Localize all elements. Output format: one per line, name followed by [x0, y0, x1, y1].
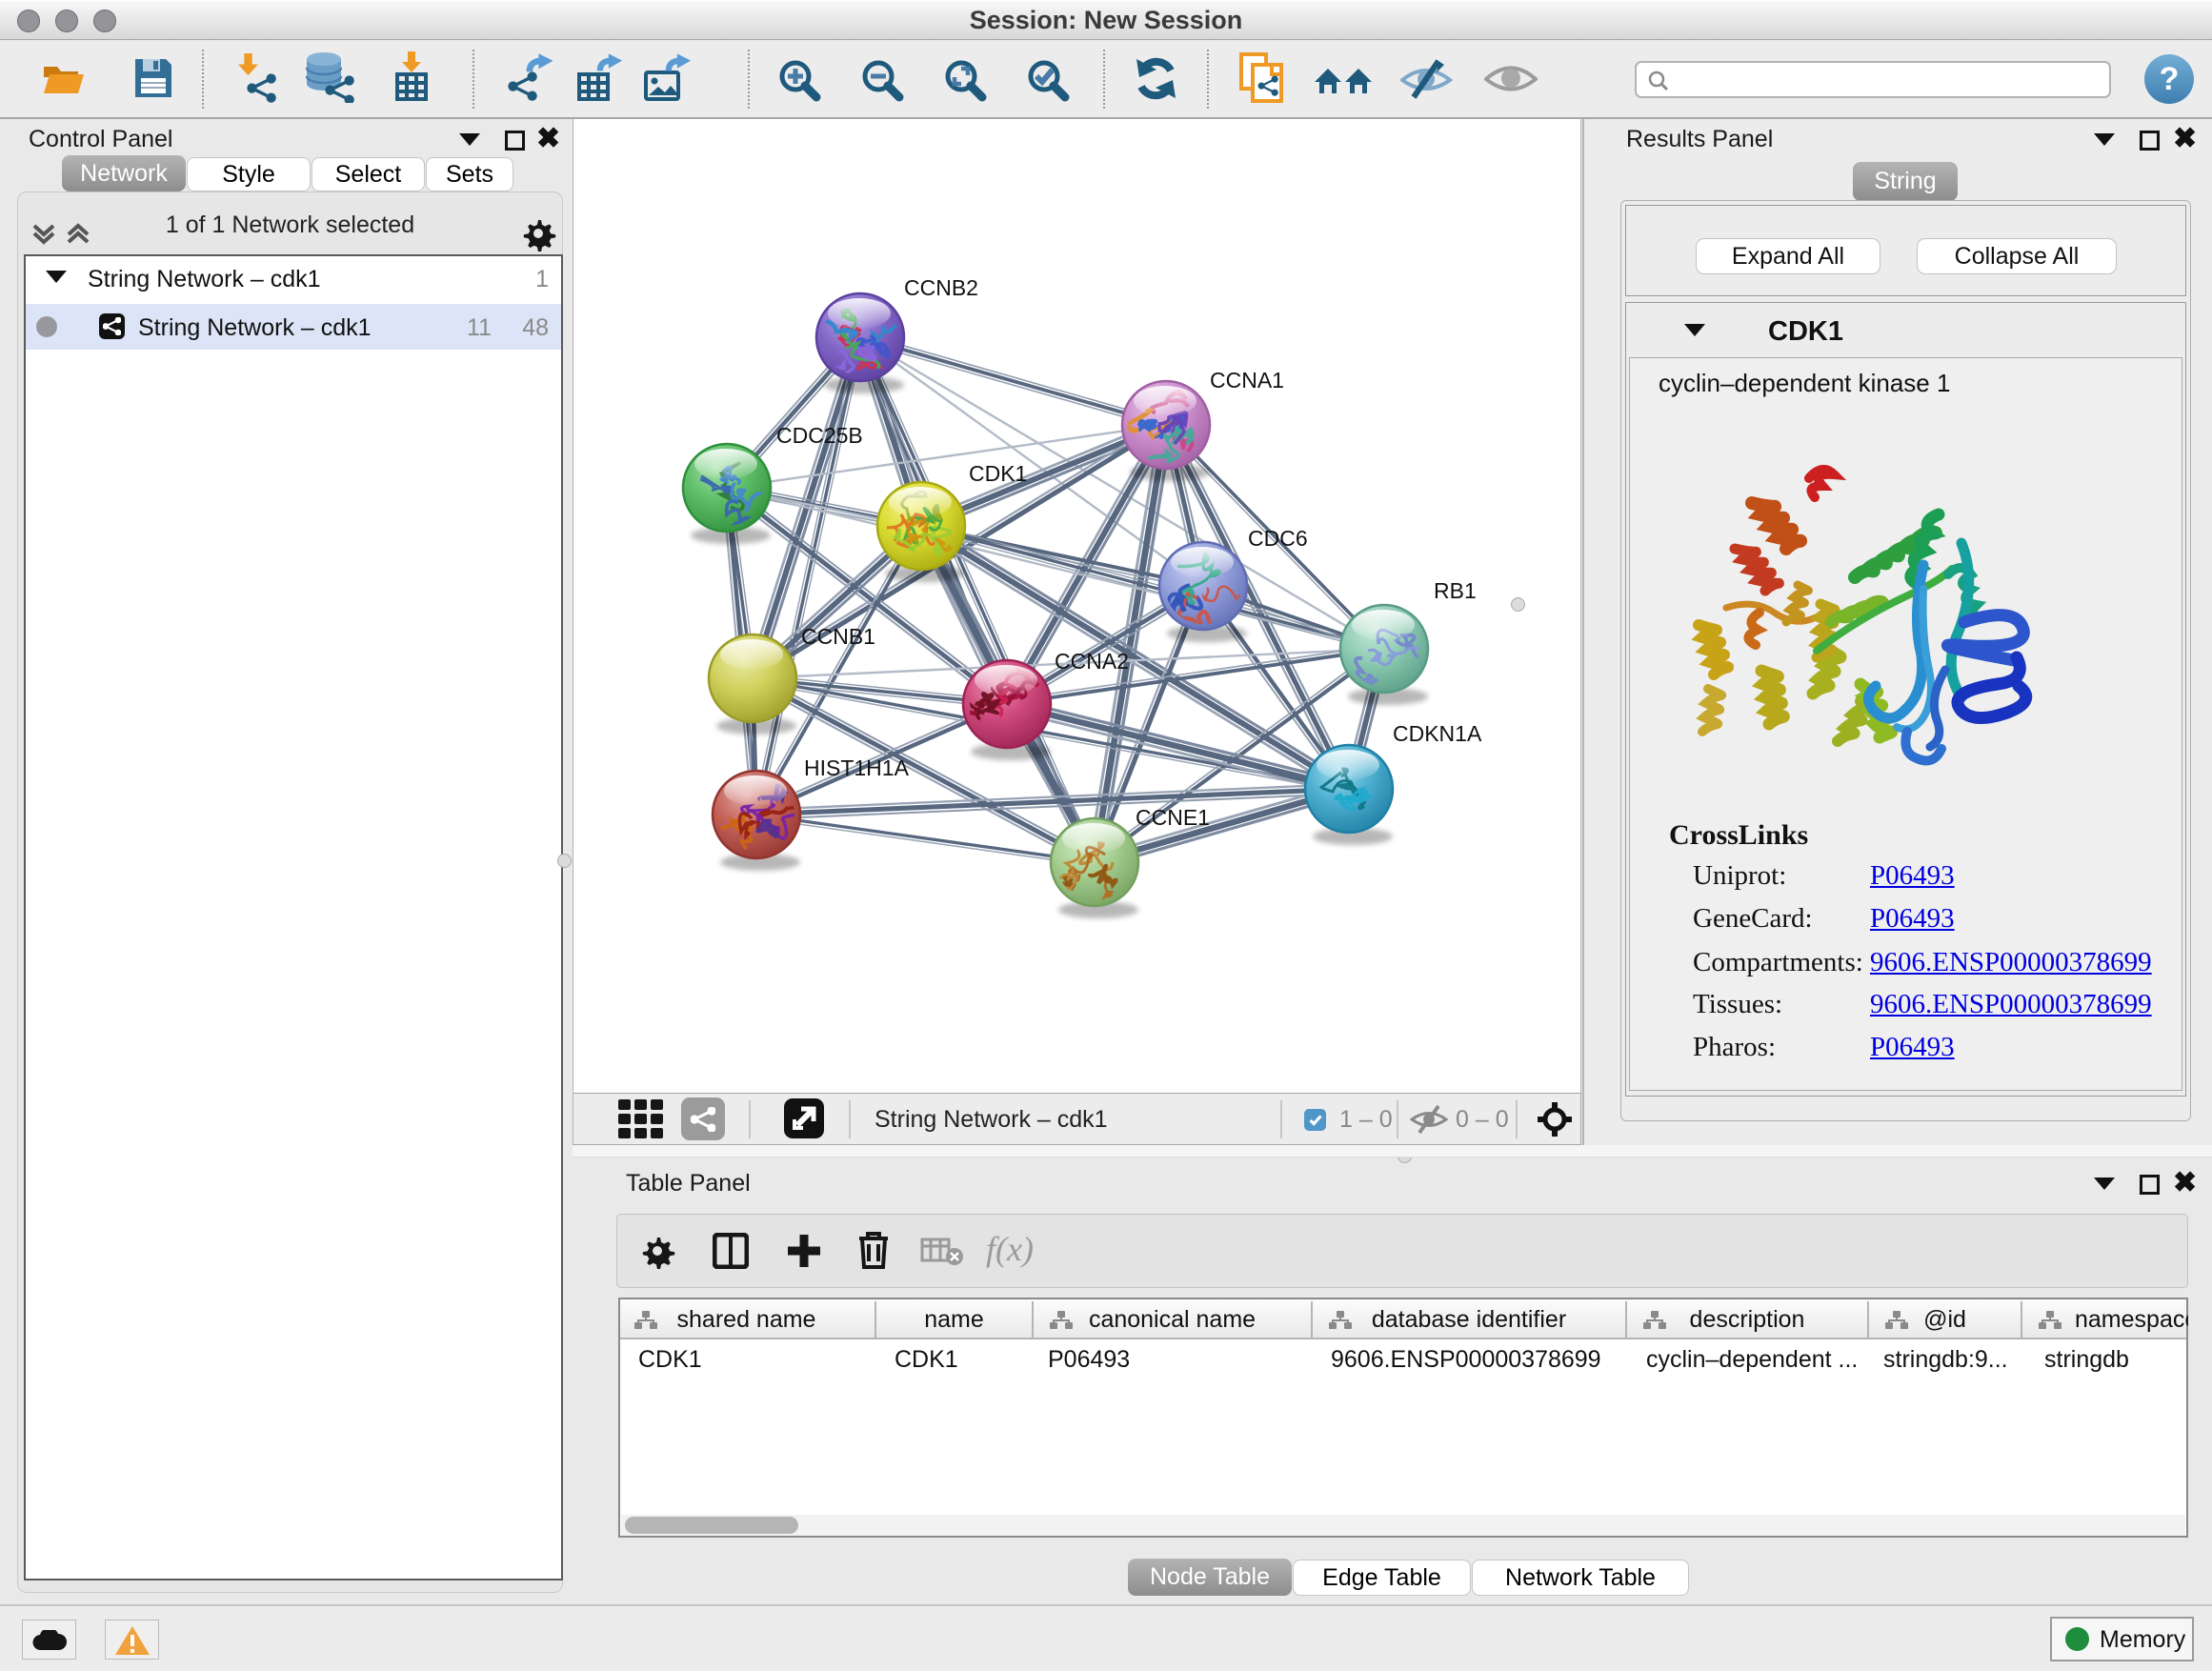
svg-text:CDC25B: CDC25B [776, 423, 863, 448]
svg-text:CCNE1: CCNE1 [1136, 805, 1210, 830]
svg-text:RB1: RB1 [1434, 578, 1477, 603]
svg-text:HIST1H1A: HIST1H1A [804, 755, 910, 780]
svg-text:CCNB1: CCNB1 [801, 624, 875, 649]
svg-text:CDC6: CDC6 [1248, 526, 1308, 551]
svg-text:CDKN1A: CDKN1A [1393, 721, 1482, 746]
svg-text:CCNA1: CCNA1 [1210, 368, 1284, 393]
svg-text:CDK1: CDK1 [969, 461, 1027, 486]
svg-text:CCNA2: CCNA2 [1055, 649, 1129, 674]
svg-text:CCNB2: CCNB2 [904, 275, 978, 300]
